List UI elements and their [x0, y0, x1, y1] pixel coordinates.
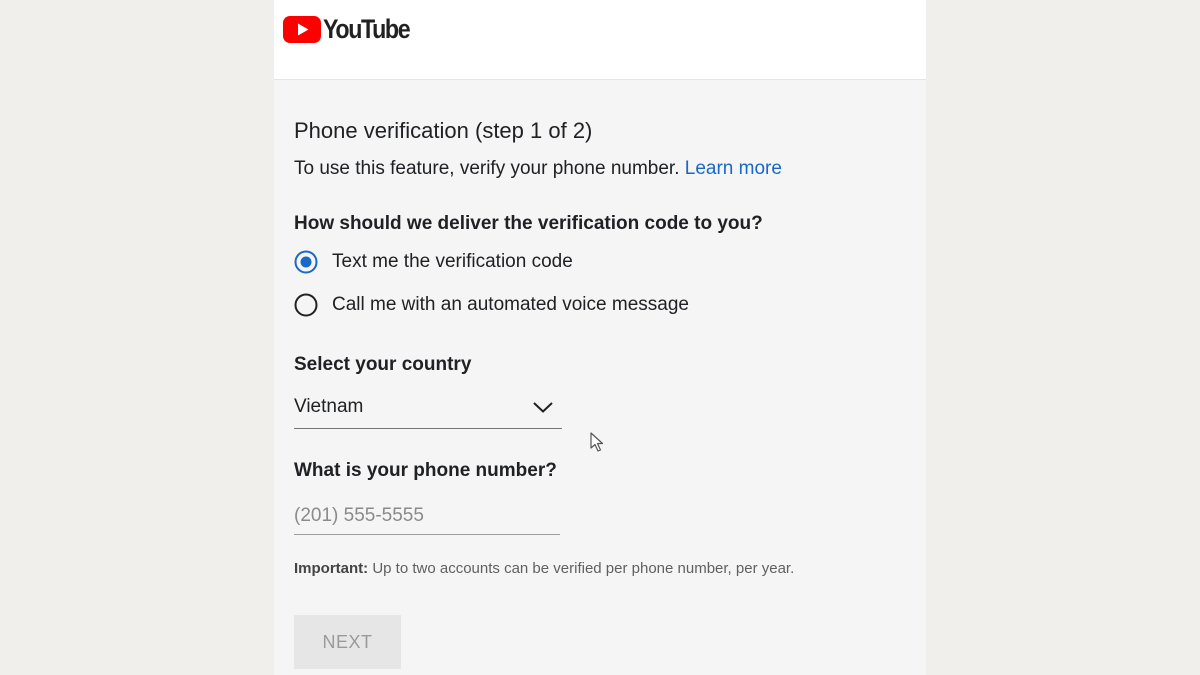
chevron-down-icon	[533, 402, 553, 413]
subtitle-text: To use this feature, verify your phone n…	[294, 158, 680, 179]
header: YouTube	[274, 0, 926, 80]
next-button[interactable]: NEXT	[294, 615, 401, 669]
radio-call-option[interactable]: Call me with an automated voice message	[294, 292, 689, 318]
youtube-play-icon	[283, 15, 321, 43]
delivery-question: How should we deliver the verification c…	[294, 213, 763, 234]
note-text: Up to two accounts can be verified per p…	[368, 560, 795, 577]
radio-text-option[interactable]: Text me the verification code	[294, 249, 573, 275]
phone-label: What is your phone number?	[294, 460, 557, 481]
verification-page: YouTube Phone verification (step 1 of 2)…	[274, 0, 926, 675]
radio-text-label: Text me the verification code	[332, 251, 573, 272]
mouse-cursor-icon	[590, 432, 604, 452]
phone-input[interactable]	[294, 498, 560, 535]
subtitle: To use this feature, verify your phone n…	[294, 158, 782, 180]
page-title: Phone verification (step 1 of 2)	[294, 118, 593, 143]
learn-more-link[interactable]: Learn more	[685, 158, 782, 179]
important-note: Important: Up to two accounts can be ver…	[294, 560, 794, 577]
radio-selected-icon[interactable]	[294, 250, 318, 274]
country-select-value: Vietnam	[294, 396, 364, 417]
country-label: Select your country	[294, 354, 472, 375]
note-label: Important:	[294, 560, 369, 577]
youtube-logo[interactable]: YouTube	[283, 14, 423, 44]
country-select[interactable]: Vietnam	[294, 394, 562, 429]
radio-call-label: Call me with an automated voice message	[332, 294, 689, 315]
logo-text: YouTube	[323, 13, 411, 44]
radio-unselected-icon[interactable]	[294, 293, 318, 317]
